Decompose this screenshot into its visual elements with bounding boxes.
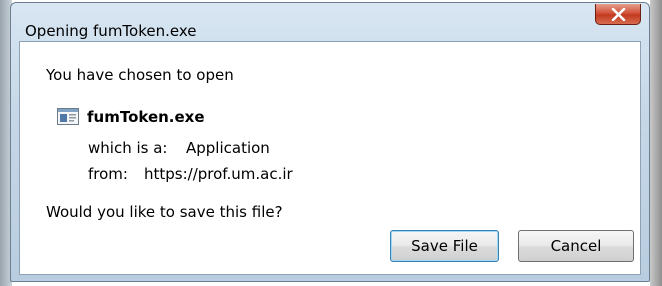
download-dialog: Opening fumToken.exe You have chosen to … bbox=[10, 2, 650, 282]
intro-text: You have chosen to open bbox=[46, 66, 234, 84]
save-file-button[interactable]: Save File bbox=[390, 230, 499, 262]
title-bar[interactable]: Opening fumToken.exe bbox=[11, 3, 649, 40]
file-source-label: from: bbox=[88, 165, 128, 183]
file-type-value: Application bbox=[186, 139, 270, 157]
window-title: Opening fumToken.exe bbox=[25, 22, 197, 40]
close-button[interactable] bbox=[595, 4, 641, 25]
application-file-icon bbox=[57, 108, 79, 125]
dialog-content: You have chosen to open fumToken.exe whi… bbox=[19, 41, 641, 275]
file-source-value: https://prof.um.ac.ir bbox=[144, 165, 293, 183]
close-icon bbox=[611, 8, 626, 21]
file-type-label: which is a: bbox=[88, 139, 168, 157]
cancel-button[interactable]: Cancel bbox=[518, 230, 634, 262]
background-right bbox=[650, 0, 662, 286]
file-name: fumToken.exe bbox=[87, 108, 205, 126]
save-question: Would you like to save this file? bbox=[46, 203, 283, 221]
